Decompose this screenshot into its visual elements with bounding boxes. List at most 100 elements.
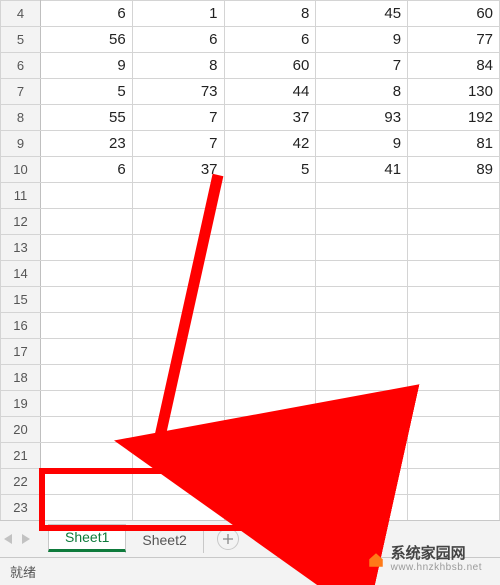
cell[interactable]: [40, 261, 132, 287]
cell[interactable]: 8: [316, 79, 408, 105]
cell[interactable]: [40, 339, 132, 365]
cell[interactable]: 9: [40, 53, 132, 79]
cell[interactable]: [316, 313, 408, 339]
cell[interactable]: [408, 313, 500, 339]
add-sheet-button[interactable]: [217, 528, 239, 550]
cell[interactable]: [132, 235, 224, 261]
cell[interactable]: [40, 391, 132, 417]
cell[interactable]: [132, 261, 224, 287]
cell[interactable]: [316, 287, 408, 313]
cell[interactable]: 89: [408, 157, 500, 183]
sheet-nav-prev-icon[interactable]: [4, 534, 12, 544]
cell[interactable]: [132, 365, 224, 391]
cell[interactable]: 60: [224, 53, 316, 79]
row-header[interactable]: 11: [1, 183, 41, 209]
cell[interactable]: 5: [224, 157, 316, 183]
cell[interactable]: [132, 495, 224, 521]
cell[interactable]: 6: [40, 157, 132, 183]
cell[interactable]: 9: [316, 27, 408, 53]
cell[interactable]: [132, 339, 224, 365]
row-header[interactable]: 18: [1, 365, 41, 391]
cell[interactable]: [224, 261, 316, 287]
cell[interactable]: [132, 469, 224, 495]
cell[interactable]: [224, 209, 316, 235]
row-header[interactable]: 16: [1, 313, 41, 339]
row-header[interactable]: 21: [1, 443, 41, 469]
cell[interactable]: [224, 443, 316, 469]
cell[interactable]: [224, 469, 316, 495]
cell[interactable]: 1: [132, 1, 224, 27]
cell[interactable]: [132, 391, 224, 417]
cell[interactable]: 37: [132, 157, 224, 183]
cell[interactable]: [224, 495, 316, 521]
cell[interactable]: 77: [408, 27, 500, 53]
cell[interactable]: 73: [132, 79, 224, 105]
sheet-nav-next-icon[interactable]: [22, 534, 30, 544]
row-header[interactable]: 22: [1, 469, 41, 495]
cell[interactable]: [40, 183, 132, 209]
sheet-tab-other[interactable]: Sheet2: [125, 526, 203, 553]
cell[interactable]: [316, 209, 408, 235]
cell[interactable]: 7: [316, 53, 408, 79]
cell[interactable]: 7: [132, 105, 224, 131]
cell[interactable]: 56: [40, 27, 132, 53]
cell[interactable]: [40, 495, 132, 521]
cell[interactable]: 41: [316, 157, 408, 183]
cell[interactable]: [40, 365, 132, 391]
cell[interactable]: [408, 365, 500, 391]
row-header[interactable]: 4: [1, 1, 41, 27]
cell[interactable]: [316, 469, 408, 495]
cell[interactable]: [316, 365, 408, 391]
spreadsheet-grid[interactable]: 4618456055666977698607847573448130855737…: [0, 0, 500, 520]
cell[interactable]: 5: [40, 79, 132, 105]
cell[interactable]: [316, 261, 408, 287]
cell[interactable]: [408, 209, 500, 235]
cell[interactable]: [40, 469, 132, 495]
row-header[interactable]: 10: [1, 157, 41, 183]
cell[interactable]: 45: [316, 1, 408, 27]
cell[interactable]: [316, 495, 408, 521]
row-header[interactable]: 9: [1, 131, 41, 157]
cell[interactable]: [408, 235, 500, 261]
cell[interactable]: [224, 313, 316, 339]
cell[interactable]: 7: [132, 131, 224, 157]
row-header[interactable]: 6: [1, 53, 41, 79]
cell[interactable]: [316, 443, 408, 469]
row-header[interactable]: 19: [1, 391, 41, 417]
row-header[interactable]: 8: [1, 105, 41, 131]
cell[interactable]: 9: [316, 131, 408, 157]
cell[interactable]: [408, 417, 500, 443]
cell[interactable]: [132, 313, 224, 339]
cell[interactable]: [132, 183, 224, 209]
cell[interactable]: [316, 183, 408, 209]
cell[interactable]: [408, 339, 500, 365]
cell[interactable]: 6: [132, 27, 224, 53]
cell[interactable]: [408, 495, 500, 521]
cell[interactable]: [40, 443, 132, 469]
cell[interactable]: [316, 235, 408, 261]
cell[interactable]: [40, 417, 132, 443]
cell[interactable]: 8: [224, 1, 316, 27]
cell[interactable]: 42: [224, 131, 316, 157]
cell[interactable]: [132, 209, 224, 235]
cell[interactable]: 6: [40, 1, 132, 27]
row-header[interactable]: 7: [1, 79, 41, 105]
row-header[interactable]: 13: [1, 235, 41, 261]
row-header[interactable]: 12: [1, 209, 41, 235]
cell[interactable]: 84: [408, 53, 500, 79]
cell[interactable]: 44: [224, 79, 316, 105]
sheet-tab-active[interactable]: Sheet1: [48, 524, 126, 552]
cell[interactable]: 192: [408, 105, 500, 131]
cell[interactable]: 93: [316, 105, 408, 131]
row-header[interactable]: 14: [1, 261, 41, 287]
row-header[interactable]: 20: [1, 417, 41, 443]
cell[interactable]: [408, 183, 500, 209]
cell[interactable]: 60: [408, 1, 500, 27]
cell[interactable]: [224, 417, 316, 443]
cell[interactable]: [408, 261, 500, 287]
row-header[interactable]: 15: [1, 287, 41, 313]
cell[interactable]: [408, 287, 500, 313]
cell[interactable]: [408, 469, 500, 495]
cell[interactable]: [408, 443, 500, 469]
cell[interactable]: 23: [40, 131, 132, 157]
